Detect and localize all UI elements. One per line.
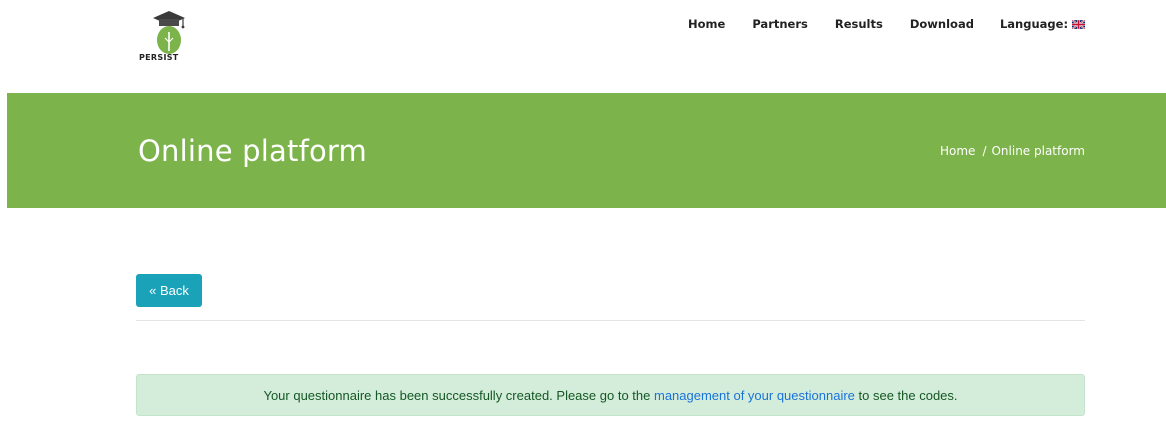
uk-flag-icon xyxy=(1072,19,1086,29)
alert-text-after: to see the codes. xyxy=(858,387,958,403)
success-alert: Your questionnaire has been successfully… xyxy=(136,374,1085,416)
breadcrumb-home[interactable]: Home xyxy=(940,144,975,158)
nav-results[interactable]: Results xyxy=(835,17,883,31)
alert-text-before: Your questionnaire has been successfully… xyxy=(263,387,651,403)
nav-language-label: Language: xyxy=(999,17,1069,31)
divider xyxy=(136,320,1085,321)
back-button[interactable]: « Back xyxy=(136,274,202,307)
nav-partners[interactable]: Partners xyxy=(752,17,808,31)
page-title: Online platform xyxy=(138,134,367,168)
breadcrumb-separator: / xyxy=(982,144,987,158)
main-nav: Home Partners Results Download Language: xyxy=(688,17,1086,31)
nav-language[interactable]: Language: xyxy=(999,17,1086,31)
questionnaire-management-link[interactable]: management of your questionnaire xyxy=(654,388,855,403)
nav-download[interactable]: Download xyxy=(910,17,974,31)
page: PERSIST Home Partners Results Download L… xyxy=(0,0,1166,423)
page-banner: Online platform Home / Online platform xyxy=(7,93,1166,208)
site-header: PERSIST Home Partners Results Download L… xyxy=(0,0,1166,92)
breadcrumb: Home / Online platform xyxy=(940,144,1085,158)
breadcrumb-current: Online platform xyxy=(991,144,1085,158)
nav-home[interactable]: Home xyxy=(688,17,725,31)
logo-text: PERSIST xyxy=(139,53,179,62)
